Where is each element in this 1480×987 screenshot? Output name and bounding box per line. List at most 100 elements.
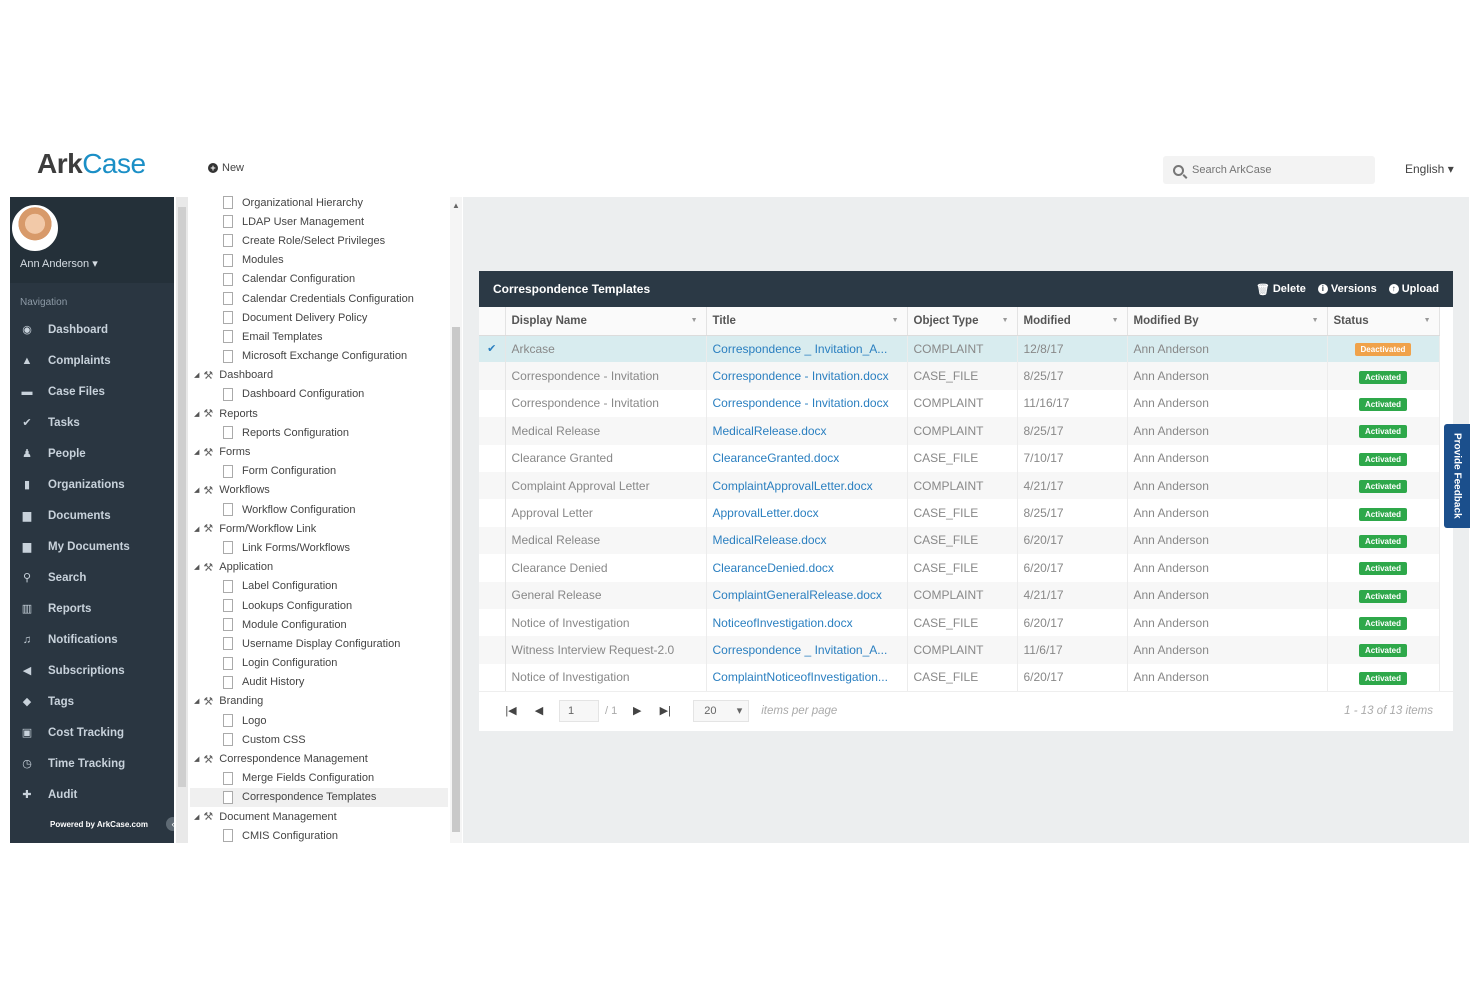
sort-icon[interactable]: ▼ <box>1424 317 1431 324</box>
sidebar-item-organizations[interactable]: ▮ Organizations <box>10 469 174 500</box>
row-select-cell[interactable] <box>479 417 506 445</box>
sidebar-item-time-tracking[interactable]: ◷ Time Tracking <box>10 748 174 779</box>
tree-item[interactable]: Lookups Configuration <box>190 596 448 615</box>
expand-caret-icon[interactable]: ◢ <box>194 563 199 571</box>
tree-item[interactable]: Email Templates <box>190 327 448 346</box>
status-badge[interactable]: Activated <box>1358 397 1407 411</box>
title-link[interactable]: Correspondence - Invitation.docx <box>706 389 908 418</box>
sort-icon[interactable]: ▼ <box>1312 317 1319 324</box>
tree-folder[interactable]: ◢ ⚒ Document Management <box>190 807 448 826</box>
title-link[interactable]: ComplaintApprovalLetter.docx <box>706 471 908 500</box>
tree-item[interactable]: Module Configuration <box>190 615 448 634</box>
sort-icon[interactable]: ▼ <box>691 317 698 324</box>
expand-caret-icon[interactable]: ◢ <box>194 486 199 494</box>
tree-folder[interactable]: ◢ ⚒ Branding <box>190 692 448 711</box>
row-select-cell[interactable] <box>479 389 506 418</box>
tree-folder[interactable]: ◢ ⚒ Form/Workflow Link <box>190 519 448 538</box>
status-badge[interactable]: Activated <box>1358 589 1407 603</box>
sidebar-item-audit[interactable]: ✚ Audit <box>10 779 174 810</box>
expand-caret-icon[interactable]: ◢ <box>194 371 199 379</box>
tree-folder[interactable]: ◢ ⚒ Forms <box>190 442 448 461</box>
row-select-cell[interactable] <box>479 444 506 472</box>
tree-item[interactable]: Calendar Configuration <box>190 270 448 289</box>
table-row[interactable]: Medical Release MedicalRelease.docx CASE_F… <box>479 526 1440 555</box>
tree-folder[interactable]: ◢ ⚒ Workflows <box>190 481 448 500</box>
title-link[interactable]: Correspondence _ Invitation_A... <box>706 636 908 664</box>
last-page-icon[interactable]: ▶| <box>651 704 679 717</box>
tree-item[interactable]: Create Role/Select Privileges <box>190 231 448 250</box>
tree-item[interactable]: Logo <box>190 711 448 730</box>
expand-caret-icon[interactable]: ◢ <box>194 448 199 456</box>
sidebar-item-cost-tracking[interactable]: ▣ Cost Tracking <box>10 717 174 748</box>
tree-item[interactable]: LDAP User Management <box>190 212 448 231</box>
expand-caret-icon[interactable]: ◢ <box>194 525 199 533</box>
status-badge[interactable]: Activated <box>1358 370 1407 384</box>
row-select-cell[interactable] <box>479 608 506 637</box>
table-row[interactable]: Clearance Denied ClearanceDenied.docx CASE… <box>479 554 1440 582</box>
status-badge[interactable]: Activated <box>1358 644 1407 658</box>
tree-item[interactable]: Microsoft Exchange Configuration <box>190 347 448 366</box>
tree-item[interactable]: Correspondence Templates <box>190 787 448 807</box>
scroll-thumb[interactable] <box>178 207 186 787</box>
sidebar-item-documents[interactable]: ▆ Documents <box>10 500 174 531</box>
title-link[interactable]: ApprovalLetter.docx <box>706 499 908 527</box>
status-badge[interactable]: Activated <box>1358 617 1407 631</box>
expand-caret-icon[interactable]: ◢ <box>194 813 199 821</box>
tree-item[interactable]: Audit History <box>190 673 448 692</box>
sort-icon[interactable]: ▼ <box>1002 317 1009 324</box>
tree-folder[interactable]: ◢ ⚒ Application <box>190 558 448 577</box>
table-row[interactable]: Notice of Investigation ComplaintNoticeof… <box>479 663 1440 692</box>
sidebar-item-tasks[interactable]: ✔ Tasks <box>10 407 174 438</box>
sidebar-item-reports[interactable]: ▥ Reports <box>10 593 174 624</box>
status-badge[interactable]: Activated <box>1358 562 1407 576</box>
status-badge[interactable]: Activated <box>1358 480 1407 494</box>
status-badge[interactable]: Activated <box>1358 507 1407 521</box>
table-row[interactable]: Medical Release MedicalRelease.docx COMPLA… <box>479 417 1440 445</box>
tree-item[interactable]: Link Forms/Workflows <box>190 538 448 557</box>
status-badge[interactable]: Activated <box>1358 452 1407 466</box>
next-page-icon[interactable]: ▶ <box>623 704 651 717</box>
tree-scrollbar-left[interactable] <box>176 197 188 843</box>
sidebar-item-complaints[interactable]: ▲ Complaints <box>10 345 174 376</box>
tree-folder[interactable]: ◢ ⚒ Dashboard <box>190 366 448 385</box>
tree-item[interactable]: Document Delivery Policy <box>190 308 448 327</box>
table-row[interactable]: Approval Letter ApprovalLetter.docx CASE_F… <box>479 499 1440 527</box>
sidebar-item-my-documents[interactable]: ▆ My Documents <box>10 531 174 562</box>
row-select-cell[interactable] <box>479 554 506 582</box>
table-row[interactable]: Witness Interview Request-2.0 Corresponde… <box>479 636 1440 664</box>
new-button[interactable]: + New <box>208 162 244 174</box>
title-link[interactable]: MedicalRelease.docx <box>706 526 908 555</box>
first-page-icon[interactable]: |◀ <box>497 704 525 717</box>
row-select-cell[interactable] <box>479 471 506 500</box>
row-select-cell[interactable] <box>479 663 506 692</box>
tree-item[interactable]: Form Configuration <box>190 462 448 481</box>
page-size-select[interactable]: 20 ▾ <box>693 699 750 722</box>
sidebar-item-notifications[interactable]: ♫ Notifications <box>10 624 174 655</box>
row-select-cell[interactable] <box>479 526 506 555</box>
table-row[interactable]: Correspondence - Invitation Correspondenc… <box>479 362 1440 390</box>
tree-item[interactable]: Custom CSS <box>190 730 448 749</box>
search-input[interactable] <box>1192 164 1362 176</box>
tree-item[interactable]: Label Configuration <box>190 577 448 596</box>
upload-button[interactable]: ↑ Upload <box>1388 283 1439 296</box>
title-link[interactable]: NoticeofInvestigation.docx <box>706 608 908 637</box>
scroll-up-icon[interactable]: ▲ <box>452 201 460 210</box>
sidebar-item-tags[interactable]: ◆ Tags <box>10 686 174 717</box>
status-badge[interactable]: Activated <box>1358 534 1407 548</box>
checkmark-icon[interactable]: ✔ <box>487 343 496 355</box>
tree-item[interactable]: Calendar Credentials Configuration <box>190 289 448 308</box>
title-link[interactable]: ClearanceGranted.docx <box>706 444 908 472</box>
page-number-input[interactable] <box>559 699 599 722</box>
tree-item[interactable]: Login Configuration <box>190 654 448 673</box>
column-header-display-name[interactable]: Display Name ▼ <box>505 307 707 336</box>
status-badge[interactable]: Activated <box>1358 671 1407 685</box>
title-link[interactable]: ComplaintGeneralRelease.docx <box>706 581 908 609</box>
table-row[interactable]: Correspondence - Invitation Correspondenc… <box>479 389 1440 418</box>
prev-page-icon[interactable]: ◀ <box>525 704 553 717</box>
column-header-object-type[interactable]: Object Type ▼ <box>907 307 1018 336</box>
provide-feedback-tab[interactable]: Provide Feedback <box>1444 424 1470 528</box>
user-menu[interactable]: Ann Anderson ▾ <box>20 257 98 270</box>
title-link[interactable]: Correspondence _ Invitation_A... <box>706 335 908 363</box>
tree-folder[interactable]: ◢ ⚒ Reports <box>190 404 448 423</box>
sidebar-item-dashboard[interactable]: ◉ Dashboard <box>10 314 174 345</box>
